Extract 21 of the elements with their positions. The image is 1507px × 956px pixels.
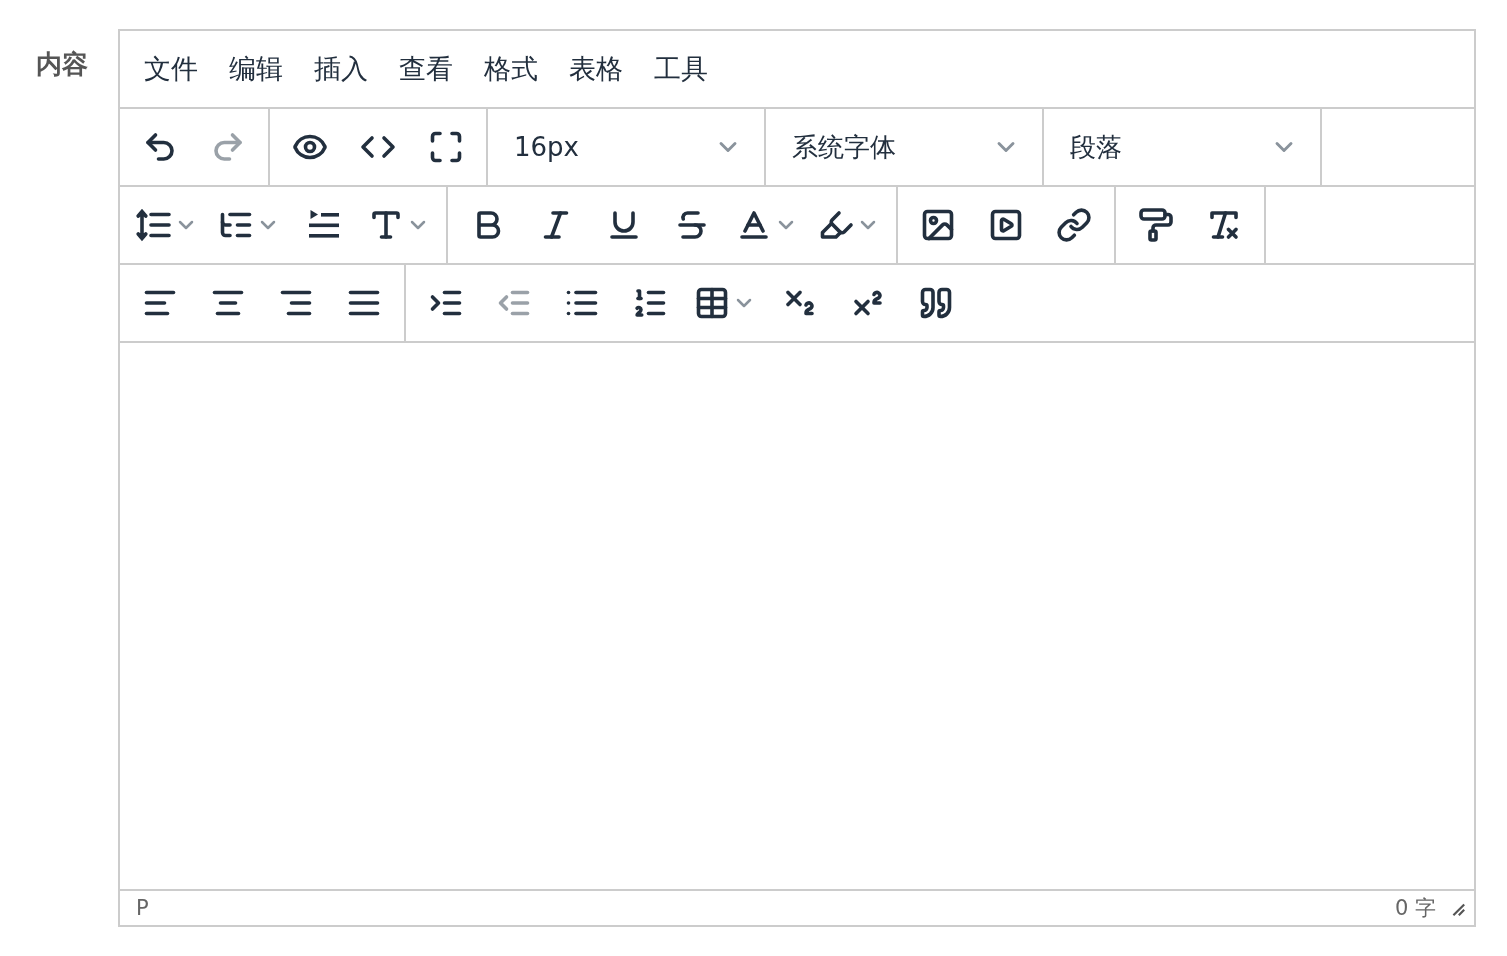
dropdown-select[interactable]: 段落	[1044, 109, 1322, 185]
menu-item[interactable]: 工具	[654, 51, 708, 87]
table-icon	[694, 285, 730, 321]
element-path[interactable]: P	[136, 896, 149, 920]
fullscreen-icon	[428, 129, 464, 165]
field-label: 内容	[36, 48, 89, 81]
menu-item[interactable]: 查看	[399, 51, 453, 87]
link-icon	[1056, 207, 1092, 243]
menu-item[interactable]: 编辑	[229, 51, 283, 87]
dropdown-select[interactable]: 16px	[488, 109, 766, 185]
image-icon	[920, 207, 956, 243]
menu-item[interactable]: 表格	[569, 51, 623, 87]
media-icon	[988, 207, 1024, 243]
dropdown-select[interactable]: 系统字体	[766, 109, 1044, 185]
paint-roller-icon	[1138, 207, 1174, 243]
menu-item[interactable]: 文件	[144, 51, 198, 87]
word-count: 0 字	[1394, 895, 1436, 922]
quote-icon	[918, 285, 954, 321]
line-height-icon	[136, 207, 172, 243]
menu-item[interactable]: 插入	[314, 51, 368, 87]
menu-item[interactable]: 格式	[484, 51, 538, 87]
